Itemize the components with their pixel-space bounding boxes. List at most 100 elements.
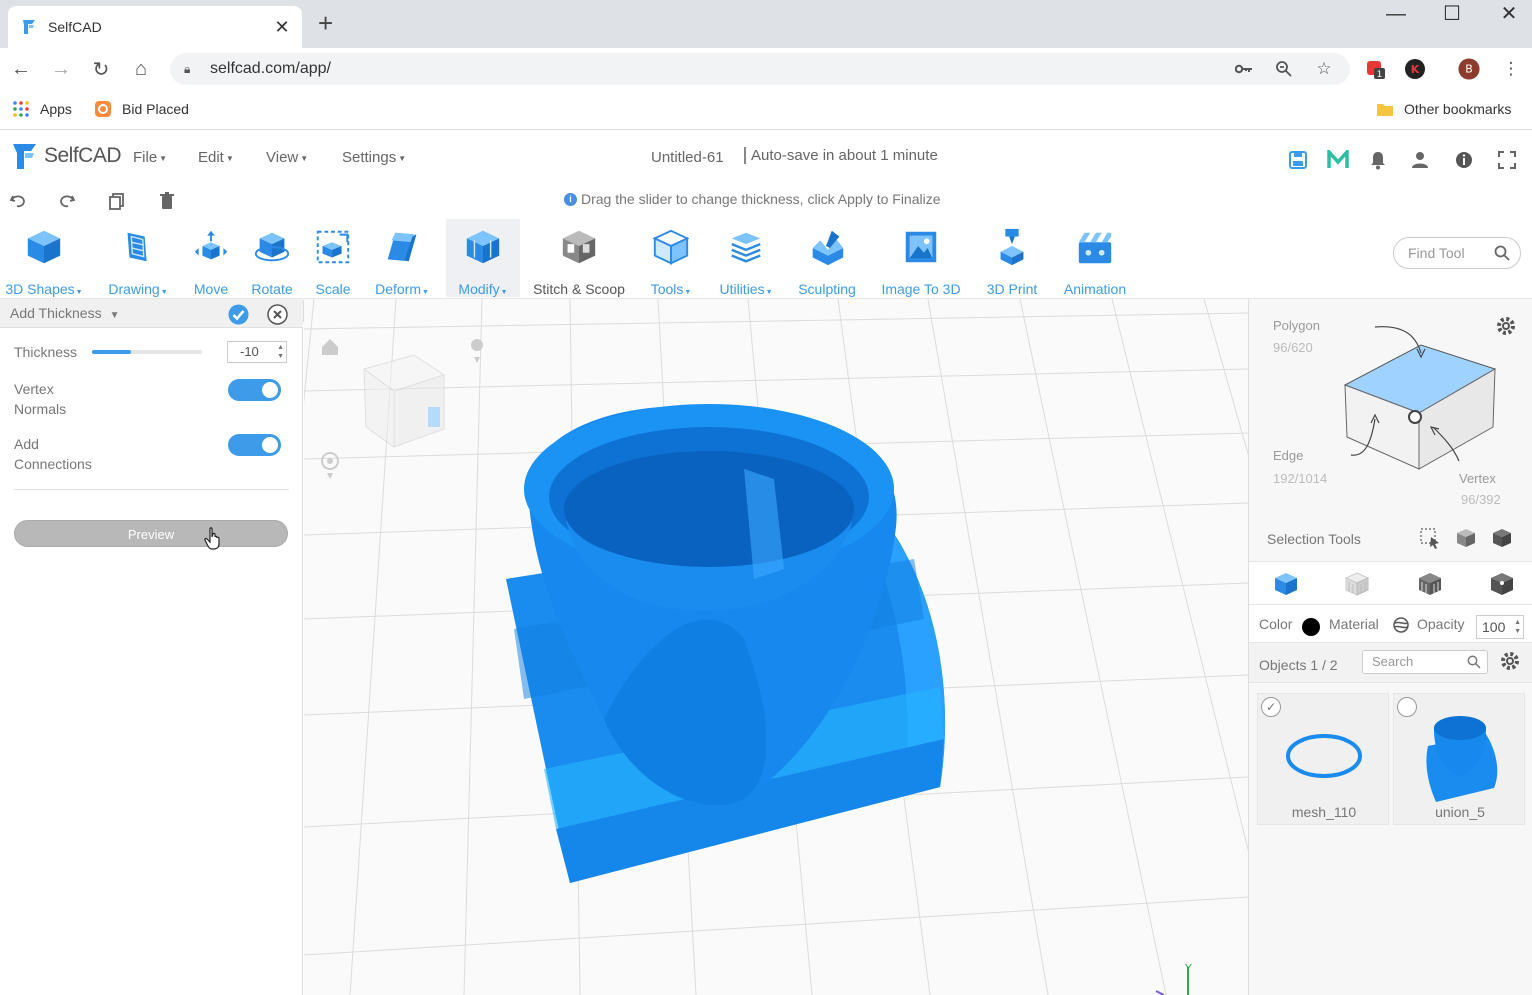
more-menu-icon[interactable]: ⋮ xyxy=(1500,58,1522,80)
object-card-union-5[interactable]: union_5 xyxy=(1393,693,1525,825)
cancel-close-icon[interactable] xyxy=(267,304,288,325)
object-mode-cube-icon[interactable] xyxy=(1273,571,1299,597)
viewport-canvas[interactable]: Y xyxy=(304,299,1248,995)
search-icon[interactable] xyxy=(1494,245,1510,261)
fullscreen-icon[interactable] xyxy=(1496,149,1518,171)
user-account-icon[interactable] xyxy=(1409,149,1431,171)
forward-arrow-icon[interactable]: → xyxy=(48,56,74,82)
thickness-slider-fill[interactable] xyxy=(92,350,131,354)
tool-3d-print[interactable]: 3D Print xyxy=(980,219,1044,297)
polygon-label[interactable]: Polygon xyxy=(1273,318,1320,334)
selection-mode-cube-diagram[interactable] xyxy=(1329,319,1509,499)
search-icon[interactable] xyxy=(1467,655,1481,669)
caret-down-icon: ▼ xyxy=(500,289,508,296)
selection-settings-gear-icon[interactable] xyxy=(1495,315,1517,337)
objects-settings-gear-icon[interactable] xyxy=(1499,650,1521,672)
object-checkbox[interactable] xyxy=(1397,697,1417,717)
select-mesh-icon[interactable] xyxy=(1455,527,1477,549)
profile-avatar[interactable]: B xyxy=(1458,58,1480,80)
view-navigation-cube[interactable] xyxy=(362,354,446,448)
vertex-normals-toggle[interactable] xyxy=(228,379,281,401)
menu-file[interactable]: File ▼ xyxy=(133,149,167,166)
tool-scale[interactable]: Scale xyxy=(308,219,358,297)
info-icon[interactable] xyxy=(1453,149,1475,171)
tool-rotate[interactable]: Rotate xyxy=(246,219,298,297)
camera-icon[interactable] xyxy=(471,339,483,363)
tool-label-text: Deform xyxy=(375,281,421,297)
tool-3d-shapes[interactable]: 3D Shapes▼ xyxy=(2,219,86,297)
tool-label: Deform▼ xyxy=(375,281,429,297)
reload-icon[interactable]: ↻ xyxy=(88,56,114,82)
apply-check-icon[interactable] xyxy=(228,304,249,325)
tool-drawing[interactable]: Drawing▼ xyxy=(100,219,176,297)
delete-trash-icon[interactable] xyxy=(157,191,177,211)
bookmark-apps[interactable]: Apps xyxy=(12,100,72,118)
material-icon[interactable] xyxy=(1392,616,1410,634)
panel-title[interactable]: Add Thickness ▼ xyxy=(10,305,119,321)
vertex-mode-icon[interactable] xyxy=(1489,571,1515,597)
other-bookmarks[interactable]: Other bookmarks xyxy=(1376,100,1511,118)
3d-model-union[interactable] xyxy=(506,404,946,883)
menu-view[interactable]: View ▼ xyxy=(266,149,308,166)
tool-animation[interactable]: Animation xyxy=(1056,219,1134,297)
bookmark-label: Apps xyxy=(40,101,72,117)
bookmark-bid-placed[interactable]: Bid Placed xyxy=(94,100,189,118)
info-circle-icon: i xyxy=(564,192,577,206)
3d-viewport[interactable]: Y xyxy=(304,299,1248,995)
close-window-icon[interactable]: ✕ xyxy=(1489,2,1529,26)
bookmark-label: Bid Placed xyxy=(122,101,189,117)
m-logo-icon[interactable] xyxy=(1327,149,1349,171)
preview-button[interactable]: Preview xyxy=(14,520,288,547)
copy-icon[interactable] xyxy=(107,191,127,211)
maximize-window-icon[interactable]: ☐ xyxy=(1432,2,1472,26)
minimize-window-icon[interactable]: — xyxy=(1376,2,1416,26)
menu-edit[interactable]: Edit ▼ xyxy=(198,149,234,166)
thickness-slider[interactable] xyxy=(92,350,202,354)
address-bar[interactable]: 🔒︎ selfcad.com/app/ xyxy=(170,53,1350,85)
tool-stitch-scoop[interactable]: Stitch & Scoop xyxy=(528,219,630,297)
find-tool-search[interactable]: Find Tool xyxy=(1393,237,1521,269)
panel-title-text: Add Thickness xyxy=(10,305,102,321)
color-swatch[interactable] xyxy=(1302,618,1320,636)
key-icon[interactable] xyxy=(1233,58,1255,80)
tool-deform[interactable]: Deform▼ xyxy=(368,219,436,297)
tool-tools[interactable]: Tools▼ xyxy=(642,219,700,297)
document-title[interactable]: Untitled-61 xyxy=(651,149,724,166)
box-select-icon[interactable] xyxy=(1419,527,1441,549)
thickness-input[interactable]: -10 ▲ ▼ xyxy=(227,341,287,363)
add-connections-toggle[interactable] xyxy=(228,434,281,456)
menu-settings[interactable]: Settings ▼ xyxy=(342,149,406,166)
face-mode-icon[interactable] xyxy=(1344,571,1370,597)
extension-icon[interactable]: 1 xyxy=(1365,58,1387,80)
new-tab-button[interactable]: + xyxy=(318,10,333,36)
tool-label: Modify▼ xyxy=(458,281,507,297)
extension-k-icon[interactable]: K xyxy=(1404,58,1426,80)
object-card-mesh-110[interactable]: ✓ mesh_110 xyxy=(1257,693,1389,825)
spinner-arrows-icon[interactable]: ▲ ▼ xyxy=(1514,618,1521,636)
tool-sculpting[interactable]: Sculpting xyxy=(792,219,862,297)
tool-move[interactable]: Move xyxy=(186,219,236,297)
notification-bell-icon[interactable] xyxy=(1367,149,1389,171)
tool-modify[interactable]: Modify▼ xyxy=(446,219,520,297)
undo-icon[interactable] xyxy=(8,191,28,211)
edge-label[interactable]: Edge xyxy=(1273,448,1303,464)
selfcad-logo[interactable]: SelfCAD xyxy=(10,141,122,171)
tool-image-to-3d[interactable]: Image To 3D xyxy=(874,219,968,297)
tool-utilities[interactable]: Utilities▼ xyxy=(710,219,782,297)
browser-tab[interactable]: SelfCAD ✕ xyxy=(8,6,302,48)
objects-search-input[interactable]: Search xyxy=(1362,650,1488,674)
bookmark-star-icon[interactable]: ☆ xyxy=(1313,58,1335,80)
object-checkbox[interactable]: ✓ xyxy=(1261,697,1281,717)
opacity-input[interactable]: 100 ▲ ▼ xyxy=(1476,615,1524,639)
select-all-icon[interactable] xyxy=(1491,527,1513,549)
back-arrow-icon[interactable]: ← xyxy=(8,56,34,82)
save-icon[interactable] xyxy=(1287,149,1309,171)
zoom-icon[interactable] xyxy=(1273,58,1295,80)
edge-mode-icon[interactable] xyxy=(1417,571,1443,597)
orbit-icon[interactable] xyxy=(321,452,339,479)
redo-icon[interactable] xyxy=(57,191,77,211)
home-icon[interactable]: ⌂ xyxy=(128,56,154,82)
tab-close-icon[interactable]: ✕ xyxy=(272,17,292,38)
home-view-icon[interactable] xyxy=(322,339,338,355)
spinner-arrows-icon[interactable]: ▲ ▼ xyxy=(277,343,284,361)
